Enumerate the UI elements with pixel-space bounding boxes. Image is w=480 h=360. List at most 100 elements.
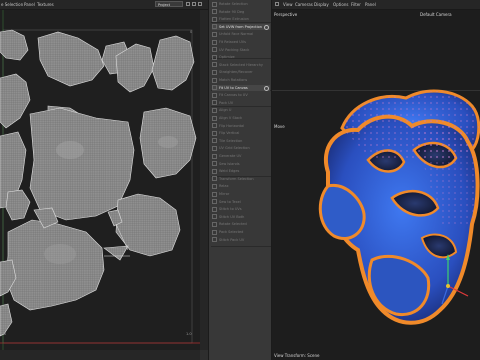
tool-row[interactable]: Match Rotations — [212, 77, 270, 83]
tool-label: Stitch to UVs — [219, 207, 242, 212]
tool-icon — [212, 9, 217, 15]
camera-label[interactable]: Default Camera — [420, 12, 452, 17]
gear-icon[interactable] — [264, 85, 269, 91]
tool-label: Pack UV — [219, 100, 234, 105]
tool-label: Tile Selection — [219, 138, 243, 143]
tool-label: Relax — [219, 184, 229, 189]
tool-label: Stitch Pack UV — [219, 237, 245, 242]
menu-options[interactable]: Options — [333, 2, 348, 7]
menu-display[interactable]: Display — [314, 2, 329, 7]
tool-icon — [212, 85, 217, 91]
tool-row[interactable]: Sew to Texel — [212, 199, 270, 205]
tool-row[interactable]: Rotate Selected — [212, 221, 270, 227]
tool-label: Generate UV — [219, 154, 242, 158]
tool-label: Optimize — [219, 55, 235, 60]
tool-icon — [212, 39, 217, 45]
tool-row[interactable]: Stitch Pack UV — [212, 237, 270, 243]
tool-label: Flatten Extrusion — [219, 17, 249, 22]
tool-icon — [212, 47, 217, 53]
tool-label: UV Packing Stack — [219, 47, 250, 52]
tool-row[interactable]: Mirror — [212, 191, 270, 197]
tool-row[interactable]: Flip Vertical — [212, 130, 270, 136]
tool-icon — [212, 54, 217, 60]
tool-label: Straighten/Recover — [219, 70, 253, 75]
tool-row[interactable]: Align U — [212, 107, 270, 113]
tool-icon — [212, 161, 217, 167]
grid-icon[interactable] — [192, 2, 196, 6]
tool-icon — [212, 145, 217, 151]
tool-row[interactable]: Flip Horizontal — [212, 123, 270, 129]
tool-row[interactable]: Pack UV — [212, 100, 270, 106]
tool-row[interactable]: Transform Selection — [212, 176, 270, 182]
tool-row[interactable]: Align V Stack — [212, 115, 270, 121]
viewport-menu-icon[interactable] — [275, 2, 279, 6]
tool-row[interactable]: Weld Edges — [212, 168, 270, 174]
tool-label: Rotate Selected — [219, 222, 247, 227]
tool-label: Align V Stack — [219, 116, 243, 120]
tool-row[interactable]: Fit Canvas to UV — [212, 92, 270, 98]
tool-row[interactable]: Stitch to UVs — [212, 206, 270, 212]
ruler-bottom-left: 0 — [4, 332, 7, 336]
menu-cameras[interactable]: Cameras — [295, 2, 313, 7]
menu-textures[interactable]: Textures — [37, 2, 54, 7]
tool-row[interactable]: Stitch UV Both — [212, 214, 270, 220]
tool-row[interactable]: Optimize — [212, 54, 270, 60]
tool-icon — [212, 115, 217, 121]
tool-row[interactable]: UV Packing Stack — [212, 47, 270, 53]
coral-body — [318, 89, 480, 325]
tool-label: Pack Selected — [219, 230, 244, 234]
tool-icon — [212, 62, 217, 68]
tool-label: Align U — [219, 108, 232, 113]
tool-icon — [212, 100, 217, 106]
tool-row[interactable]: Straighten/Recover — [212, 69, 270, 75]
uv-island — [5, 189, 31, 221]
uv-vertical-scrollbar[interactable] — [200, 10, 208, 350]
tool-icon — [212, 77, 217, 83]
menu-panel[interactable]: Panel — [365, 2, 376, 7]
tool-row[interactable]: Fit Relaxed UVs — [212, 39, 270, 45]
tool-row[interactable]: Generate UV — [212, 153, 270, 159]
tool-icon — [212, 168, 217, 174]
tool-row[interactable]: Pack Selected — [212, 229, 270, 235]
tool-row[interactable]: Tile Selection — [212, 138, 270, 144]
menu-filter[interactable]: Filter — [351, 2, 361, 7]
tool-row[interactable]: Rotate 90 Deg — [212, 9, 270, 15]
menu-selection[interactable]: e Selection — [1, 2, 23, 7]
section-divider — [211, 246, 271, 247]
lock-icon[interactable] — [186, 2, 190, 6]
tool-row[interactable]: Fit UV to Canvas — [212, 84, 270, 91]
uv-island — [37, 31, 105, 87]
tool-row[interactable]: Flatten Extrusion — [212, 16, 270, 22]
tool-icon — [212, 199, 217, 205]
status-label: View Transform: Scene — [274, 353, 320, 358]
tool-row[interactable]: Rotate Selection — [212, 1, 270, 7]
tool-row[interactable]: Set UVW from Projection — [212, 23, 270, 30]
ruler-top-right: 0 — [190, 30, 193, 34]
uv-island — [5, 219, 105, 311]
tool-row[interactable]: Sew Islands — [212, 161, 270, 167]
uv-horizontal-scrollbar[interactable] — [0, 350, 200, 360]
uv-canvas[interactable]: 0 0 1.0 — [0, 10, 200, 350]
viewport-canvas[interactable]: Perspective Default Camera Move View Tra… — [272, 10, 480, 360]
ruler-bottom-right: 1.0 — [186, 332, 192, 336]
tool-row[interactable]: Relax — [212, 183, 270, 189]
tool-label: Fit Relaxed UVs — [219, 40, 246, 44]
uv-island — [0, 29, 29, 61]
gear-icon[interactable] — [264, 24, 269, 30]
tool-row[interactable]: Stack Selected Hierarchy — [212, 62, 270, 68]
tool-label: Rotate Selection — [219, 2, 248, 6]
tool-label: Set UVW from Projection — [219, 24, 262, 29]
menu-view[interactable]: View — [283, 2, 293, 7]
viewport-menubar: View Cameras Display Options Filter Pane… — [272, 0, 480, 10]
tool-row[interactable]: Unfold Face Normal — [212, 31, 270, 37]
tool-icon — [212, 214, 217, 220]
tool-icon — [212, 24, 217, 30]
tool-label: Sew Islands — [219, 161, 240, 166]
uv-editor-panel: e Selection Panel Textures Project 0 0 1… — [0, 0, 208, 360]
tool-label: Fit Canvas to UV — [219, 93, 248, 98]
tool-icon — [212, 237, 217, 243]
project-select[interactable]: Project — [155, 1, 183, 7]
tool-row[interactable]: UV Grid Selection — [212, 145, 270, 151]
menu-panel[interactable]: Panel — [24, 2, 35, 7]
settings-icon[interactable] — [198, 2, 202, 6]
